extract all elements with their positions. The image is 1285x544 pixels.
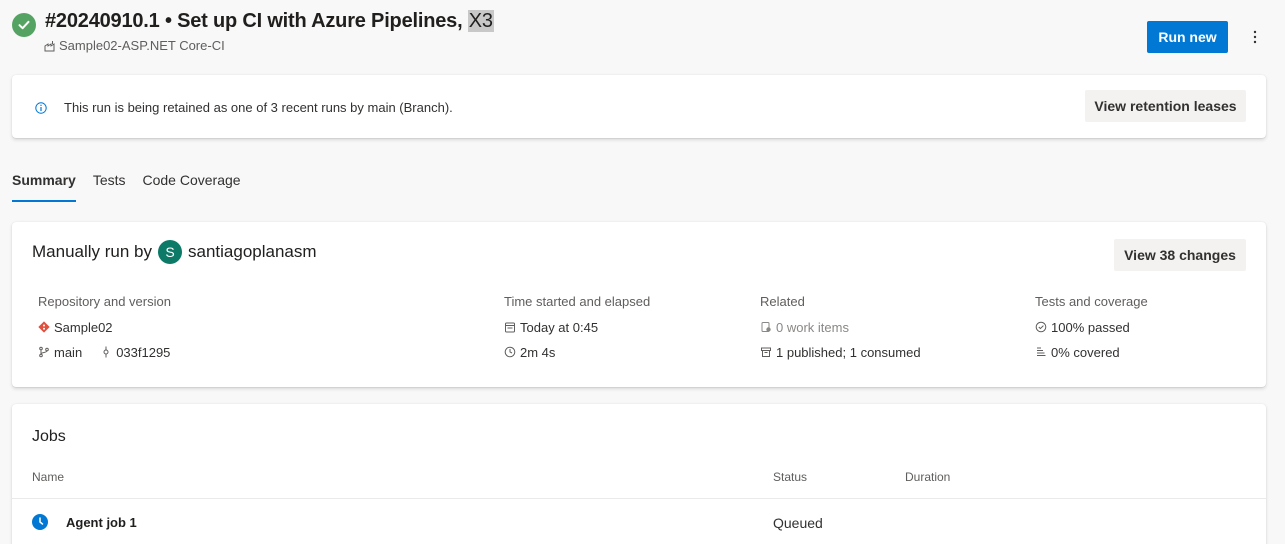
- jobs-title: Jobs: [32, 428, 66, 445]
- commit-hash[interactable]: 033f1295: [116, 345, 170, 360]
- tests-column: Tests and coverage 100% passed 0% covere…: [1035, 294, 1148, 360]
- work-items: 0 work items: [776, 319, 849, 335]
- column-header-status: Status: [773, 470, 808, 484]
- time-column: Time started and elapsed Today at 0:45 2…: [504, 294, 650, 360]
- tests-passed: 100% passed: [1051, 319, 1130, 335]
- jobs-card: Jobs Name Status Duration Agent job 1 Qu…: [12, 404, 1266, 544]
- commit-icon: [100, 346, 112, 358]
- work-item-icon: [760, 321, 772, 333]
- tab-code-coverage[interactable]: Code Coverage: [143, 172, 241, 203]
- run-title: #20240910.1 • Set up CI with Azure Pipel…: [45, 10, 494, 33]
- repo-name: Sample02: [54, 319, 113, 335]
- artifacts: 1 published; 1 consumed: [776, 344, 921, 360]
- run-title-text: #20240910.1 • Set up CI with Azure Pipel…: [45, 10, 468, 32]
- repository-column: Repository and version Sample02 main 033…: [38, 294, 171, 360]
- pipeline-link[interactable]: Sample02-ASP.NET Core-CI: [44, 38, 225, 53]
- run-title-highlight: X3: [467, 10, 494, 32]
- pipeline-icon: [44, 40, 56, 52]
- run-by-user[interactable]: santiagoplanasm: [188, 242, 317, 262]
- coverage-icon: [1035, 346, 1047, 358]
- related-label: Related: [760, 294, 805, 309]
- repository-label: Repository and version: [38, 294, 171, 309]
- page-header: #20240910.1 • Set up CI with Azure Pipel…: [12, 10, 1285, 58]
- time-elapsed-row: 2m 4s: [504, 344, 650, 360]
- pipeline-name: Sample02-ASP.NET Core-CI: [59, 38, 225, 53]
- retention-message: This run is being retained as one of 3 r…: [64, 100, 453, 115]
- run-summary-card: Manually run by S santiagoplanasm View 3…: [12, 222, 1266, 387]
- tests-passed-row[interactable]: 100% passed: [1035, 319, 1148, 335]
- success-check-icon: [12, 13, 36, 37]
- run-new-button[interactable]: Run new: [1147, 21, 1228, 53]
- retention-banner: This run is being retained as one of 3 r…: [12, 75, 1266, 138]
- view-changes-button[interactable]: View 38 changes: [1114, 239, 1246, 271]
- time-started-row: Today at 0:45: [504, 319, 650, 335]
- tab-tests[interactable]: Tests: [93, 172, 126, 203]
- run-by-prefix: Manually run by: [32, 242, 153, 261]
- tab-bar: Summary Tests Code Coverage: [12, 172, 258, 204]
- coverage: 0% covered: [1051, 344, 1120, 360]
- table-row[interactable]: Agent job 1 Queued: [12, 499, 1266, 544]
- run-by: Manually run by S santiagoplanasm: [32, 240, 317, 264]
- avatar[interactable]: S: [158, 240, 183, 264]
- coverage-row[interactable]: 0% covered: [1035, 344, 1148, 360]
- view-retention-leases-button[interactable]: View retention leases: [1085, 90, 1246, 122]
- branch-icon: [38, 346, 50, 358]
- column-header-name: Name: [32, 470, 65, 484]
- work-items-row: 0 work items: [760, 319, 921, 335]
- job-name: Agent job 1: [66, 515, 137, 530]
- artifact-icon: [760, 346, 772, 358]
- branch-name[interactable]: main: [54, 345, 82, 360]
- more-actions-icon[interactable]: [1248, 26, 1262, 48]
- time-label: Time started and elapsed: [504, 294, 651, 309]
- job-status: Queued: [773, 515, 823, 531]
- branch-commit-row: main 033f1295: [38, 344, 171, 360]
- clock-icon: [504, 346, 516, 358]
- related-column: Related 0 work items 1 published; 1 cons…: [760, 294, 921, 360]
- repo-link[interactable]: Sample02: [38, 319, 171, 335]
- check-circle-icon: [1035, 321, 1047, 333]
- tests-label: Tests and coverage: [1035, 294, 1148, 309]
- time-elapsed: 2m 4s: [520, 344, 556, 360]
- queued-clock-icon: [32, 514, 48, 530]
- time-started: Today at 0:45: [520, 319, 599, 335]
- info-icon: [35, 101, 47, 119]
- calendar-icon: [504, 321, 516, 333]
- tab-summary[interactable]: Summary: [12, 172, 76, 203]
- git-repo-icon: [38, 321, 50, 333]
- column-header-duration: Duration: [905, 470, 951, 484]
- artifacts-row[interactable]: 1 published; 1 consumed: [760, 344, 921, 360]
